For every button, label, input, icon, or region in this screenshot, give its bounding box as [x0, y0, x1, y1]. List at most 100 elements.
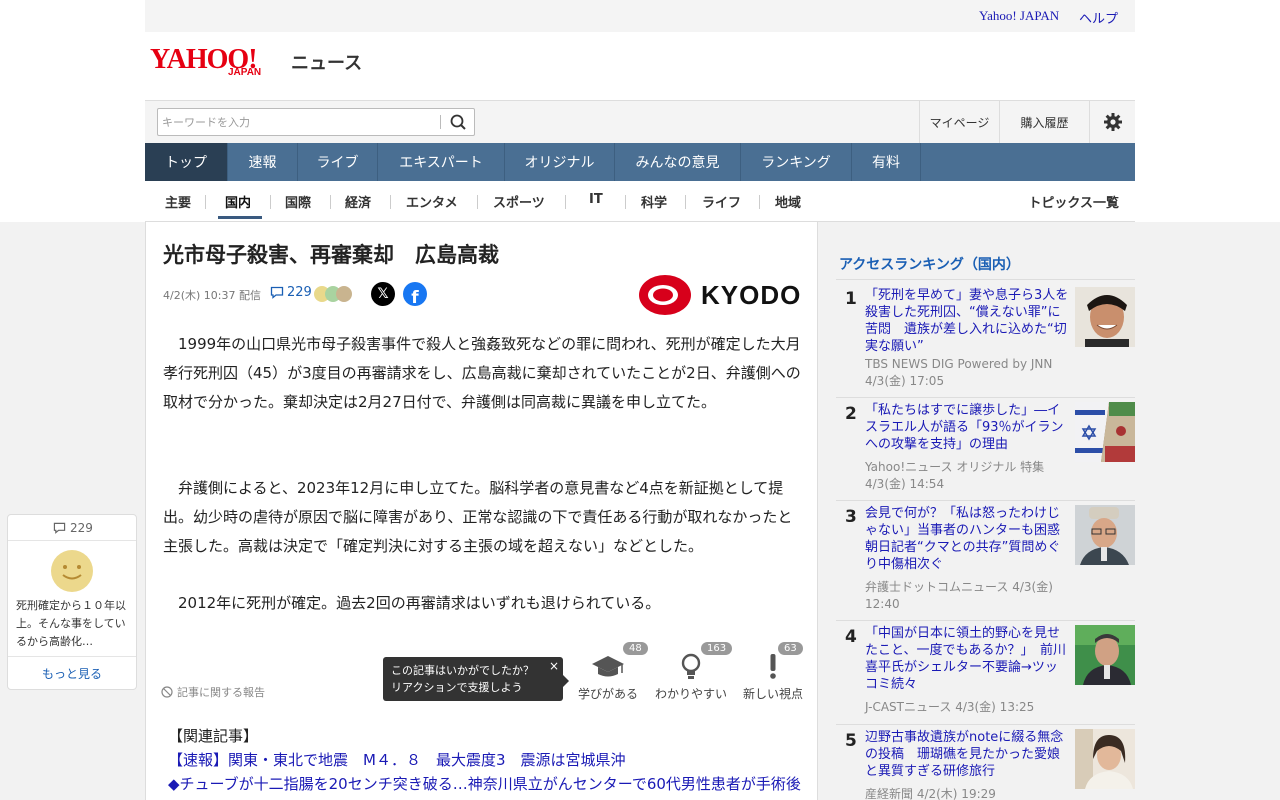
- lightbulb-icon: [681, 653, 701, 679]
- rank-number: 4: [845, 627, 857, 647]
- snav-local[interactable]: 地域: [775, 192, 801, 211]
- ranking-item[interactable]: 3 会見で何が？「私は怒ったわけじゃない」当事者のハンターも困惑 朝日記者“クマ…: [836, 501, 1135, 621]
- rank-title: 辺野古事故遺族がnoteに綴る無念の投稿 珊瑚礁を見たかった愛娘と異質すぎる研修…: [865, 730, 1064, 779]
- rank-source: 弁護士ドットコムニュース 4/3(金): [865, 580, 1053, 594]
- snav-divider: [330, 195, 331, 209]
- related-article-link[interactable]: ◆チューブが十二指腸を20センチ突き破る…神奈川県立がんセンターで60代男性患者…: [168, 773, 801, 794]
- utility-bar: Yahoo! JAPAN ヘルプ: [145, 0, 1135, 32]
- reaction-new-view-button[interactable]: 63 新しい視点: [733, 642, 813, 702]
- rank-title: 会見で何が？「私は怒ったわけじゃない」当事者のハンターも困惑 朝日記者“クマとの…: [865, 506, 1061, 572]
- reaction-faces: [314, 286, 362, 302]
- search-icon: [450, 114, 466, 130]
- snav-sports[interactable]: スポーツ: [493, 192, 545, 211]
- snav-economy[interactable]: 経済: [345, 192, 371, 211]
- rank-title: 「私たちはすでに譲歩した」―イスラエル人が語る「93％がイランへの攻撃を支持」の…: [865, 403, 1064, 452]
- prohibit-icon: [161, 686, 173, 698]
- floating-comment-text: 死刑確定から１０年以上。そんな事をしているから高齢化…: [16, 599, 126, 648]
- gear-icon: [1103, 113, 1122, 131]
- global-nav: トップ 速報 ライブ エキスパート オリジナル みんなの意見 ランキング 有料: [145, 143, 1135, 181]
- gnav-expert[interactable]: エキスパート: [378, 143, 505, 181]
- graduation-cap-icon: [592, 656, 624, 677]
- rank-number: 5: [845, 731, 857, 751]
- x-logo-icon: 𝕏: [377, 286, 389, 302]
- search-row: マイページ 購入履歴: [145, 100, 1135, 143]
- ranking-item[interactable]: 2 「私たちはすでに譲歩した」―イスラエル人が語る「93％がイランへの攻撃を支持…: [836, 398, 1135, 501]
- search-input[interactable]: [162, 113, 438, 131]
- ranking-item[interactable]: 1 「死刑を早めて」妻や息子ら3人を殺害した死刑囚、“償えない罪”に苦悶 遺族が…: [836, 283, 1135, 398]
- close-icon[interactable]: ×: [549, 658, 559, 675]
- see-more-link[interactable]: もっと見る: [8, 665, 136, 682]
- kyodo-logo[interactable]: KYODO: [639, 274, 802, 316]
- kyodo-wordmark: KYODO: [701, 280, 802, 310]
- x-share-button[interactable]: 𝕏: [371, 282, 395, 306]
- rank-thumbnail: [1075, 505, 1135, 565]
- rank-number: 3: [845, 507, 857, 527]
- gnav-top[interactable]: トップ: [145, 143, 228, 181]
- gnav-breaking[interactable]: 速報: [228, 143, 298, 181]
- snav-divider: [685, 195, 686, 209]
- search-button[interactable]: [447, 112, 469, 132]
- kyodo-mark-icon: [639, 275, 691, 315]
- logo-japan-text: JAPAN: [228, 67, 262, 78]
- reaction-learn-button[interactable]: 48 学びがある: [568, 642, 648, 702]
- thinking-face-icon: [336, 286, 352, 302]
- purchase-history-button[interactable]: 購入履歴: [999, 101, 1089, 143]
- ranking-item[interactable]: 5 辺野古事故遺族がnoteに綴る無念の投稿 珊瑚礁を見たかった愛娘と異質すぎる…: [836, 725, 1135, 800]
- article-main: 光市母子殺害、再審棄却 広島高裁 4/2(木) 10:37 配信 229 𝕏 f…: [145, 222, 818, 800]
- rank-thumbnail: [1075, 402, 1135, 462]
- article-paragraph: 弁護側によると、2023年12月に申し立てた。脳科学者の意見書など4点を新証拠と…: [163, 479, 793, 555]
- gnav-opinions[interactable]: みんなの意見: [615, 143, 741, 181]
- snav-divider: [270, 195, 271, 209]
- reaction-clear-button[interactable]: 163 わかりやすい: [651, 642, 733, 702]
- rank-source: TBS NEWS DIG Powered by JNN: [865, 357, 1053, 371]
- gnav-original[interactable]: オリジナル: [505, 143, 615, 181]
- tooltip-line1: この記事はいかがでしたか？: [391, 664, 534, 677]
- help-link[interactable]: ヘルプ: [1079, 8, 1118, 27]
- snav-main[interactable]: 主要: [165, 192, 191, 211]
- comment-icon: [53, 522, 66, 534]
- snav-international[interactable]: 国際: [285, 192, 311, 211]
- snav-divider: [565, 195, 566, 209]
- snav-it[interactable]: IT: [589, 192, 603, 207]
- card-divider: [8, 540, 136, 541]
- category-nav: 主要 国内 国際 経済 エンタメ スポーツ IT 科学 ライフ 地域 トピックス…: [145, 181, 1135, 222]
- snav-divider: [205, 195, 206, 209]
- rank-source: Yahoo!ニュース オリジナル 特集: [865, 460, 1045, 474]
- related-articles-heading: 【関連記事】: [168, 727, 259, 745]
- yahoo-news-logo[interactable]: YAHOO! JAPAN ニュース: [150, 44, 370, 84]
- search-box: [157, 108, 475, 136]
- reaction-label: 新しい視点: [742, 687, 803, 701]
- facebook-share-button[interactable]: f: [403, 282, 427, 306]
- floating-comment-card[interactable]: 229 死刑確定から１０年以上。そんな事をしているから高齢化… もっと見る: [7, 514, 137, 690]
- ranking-item[interactable]: 4 「中国が日本に領土的野心を見せたこと、一度でもあるか？」 前川喜平氏がシェル…: [836, 621, 1135, 725]
- reaction-label: わかりやすい: [654, 687, 727, 701]
- tooltip-line2: リアクションで支援しよう: [391, 681, 523, 694]
- related-article-link[interactable]: 【速報】関東・東北で地震 M４．８ 最大震度3 震源は宮城県沖: [168, 749, 626, 770]
- snav-domestic[interactable]: 国内: [225, 192, 251, 211]
- rank-source: 産経新聞 4/2(木) 19:29: [865, 787, 996, 800]
- comment-icon: [270, 286, 284, 299]
- rank-thumbnail: [1075, 625, 1135, 685]
- snav-science[interactable]: 科学: [641, 192, 667, 211]
- reaction-label: 学びがある: [577, 687, 638, 701]
- snav-divider: [390, 195, 391, 209]
- rank-source: J-CASTニュース 4/3(金) 13:25: [865, 700, 1035, 714]
- search-divider: [440, 115, 441, 129]
- gnav-live[interactable]: ライブ: [298, 143, 378, 181]
- topics-list-link[interactable]: トピックス一覧: [1028, 192, 1119, 211]
- rank-title: 「中国が日本に領土的野心を見せたこと、一度でもあるか？」 前川喜平氏がシェルター…: [865, 626, 1066, 692]
- mypage-button[interactable]: マイページ: [919, 101, 999, 143]
- rank-date: 4/3(金) 17:05: [865, 374, 945, 388]
- settings-button[interactable]: [1089, 101, 1135, 143]
- report-article-link[interactable]: 記事に関する報告: [161, 684, 265, 700]
- article-paragraph: 2012年に死刑が確定。過去2回の再審請求はいずれも退けられている。: [163, 594, 661, 612]
- gnav-paid[interactable]: 有料: [852, 143, 921, 181]
- comment-count-link[interactable]: 229: [270, 285, 312, 300]
- floating-comment-count-value: 229: [69, 521, 93, 535]
- facebook-logo-icon: f: [411, 288, 419, 306]
- snav-entertainment[interactable]: エンタメ: [406, 192, 458, 211]
- gnav-ranking[interactable]: ランキング: [741, 143, 852, 181]
- yahoo-japan-link[interactable]: Yahoo! JAPAN: [979, 8, 1059, 24]
- snav-life[interactable]: ライフ: [702, 192, 741, 211]
- rank-date: 4/3(金) 14:54: [865, 477, 945, 491]
